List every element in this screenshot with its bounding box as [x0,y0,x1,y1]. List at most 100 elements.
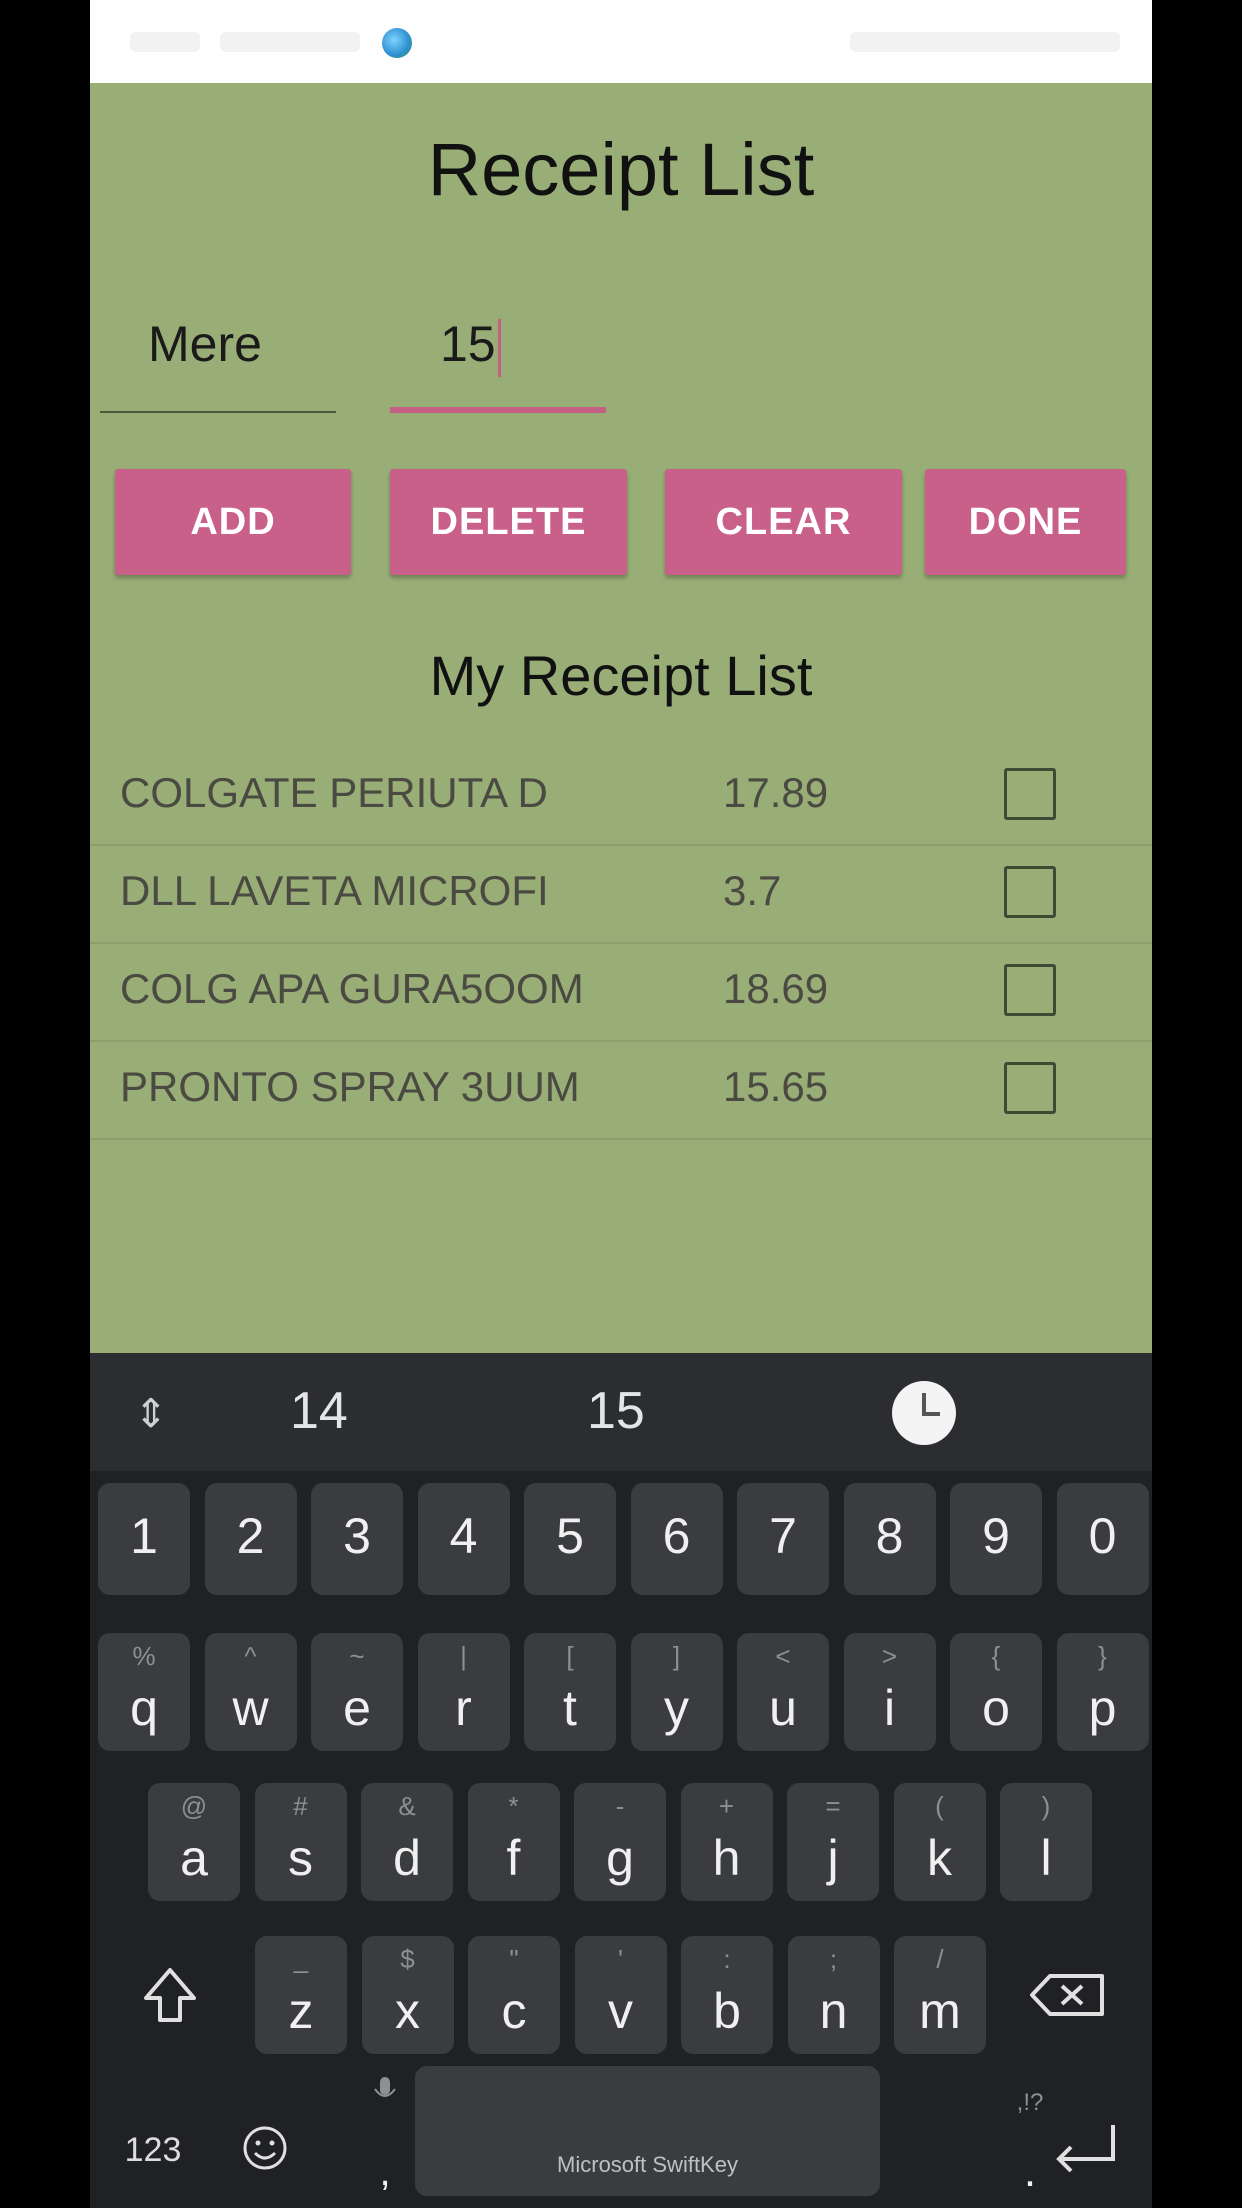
key-label: h [712,1830,741,1886]
key-s[interactable]: # s [254,1783,347,1901]
enter-glyph [1056,2125,1115,2173]
key-f[interactable]: * f [467,1783,560,1901]
key-8[interactable]: 8 [843,1483,936,1595]
key-label: z [288,1983,314,2039]
key-m[interactable]: / m [894,1936,986,2054]
expand-icon[interactable]: ⇕ [134,1391,168,1437]
list-item[interactable]: COLGATE PERIUTA D 17.89 [90,747,1152,846]
list-item[interactable]: COLG APA GURA5OOM 18.69 [90,943,1152,1042]
key-e[interactable]: ~ e [311,1633,403,1751]
key-label: c [501,1983,527,2039]
key-secondary-label: $ [400,1944,415,1974]
key-1[interactable]: 1 [98,1483,190,1595]
key-j[interactable]: = j [787,1783,879,1901]
key-label: 9 [982,1508,1010,1564]
key-label: t [563,1680,577,1736]
status-time-placeholder [130,32,200,52]
key-label: 8 [875,1508,904,1564]
key-label: j [827,1830,839,1886]
clock-icon[interactable] [892,1381,956,1445]
key-label: p [1088,1680,1117,1736]
key-9[interactable]: 9 [950,1483,1042,1595]
key-7[interactable]: 7 [737,1483,829,1595]
key-z[interactable]: _ z [255,1936,347,2054]
key-d[interactable]: & d [361,1783,453,1901]
item-name: DLL LAVETA MICROFI [120,867,549,914]
key-2[interactable]: 2 [204,1483,297,1595]
item-name: COLG APA GURA5OOM [120,965,584,1012]
key-secondary-label: = [825,1791,841,1821]
enter-icon[interactable] [1025,2093,1145,2203]
item-price: 15.65 [723,1063,829,1110]
space-bar[interactable]: Microsoft SwiftKey [415,2066,880,2196]
key-secondary-label: < [775,1641,791,1671]
key-label: v [608,1983,633,2039]
key-label: m [919,1983,961,2039]
key-b[interactable]: :b [681,1936,773,2054]
list-title: My Receipt List [429,644,813,707]
key-secondary-label: } [1098,1641,1107,1671]
key-label: w [232,1680,269,1736]
key-secondary-label: > [881,1641,898,1671]
keyboard-brand-label: Microsoft SwiftKey [557,2152,738,2177]
key-v[interactable]: ' v [574,1936,667,2054]
key-c[interactable]: " c [468,1936,560,2054]
key-label: 7 [769,1508,797,1564]
key-o[interactable]: {o [950,1633,1042,1751]
item-checkbox[interactable] [1004,964,1056,1016]
key-4[interactable]: 4 [417,1483,510,1595]
key-3[interactable]: 3 [311,1483,403,1595]
key-x[interactable]: $ x [361,1936,454,2054]
key-secondary-label: ( [935,1791,944,1821]
key-label: 123 [124,2131,182,2169]
key-n[interactable]: ; n [787,1936,880,2054]
item-name-field[interactable]: Mere [100,283,336,413]
done-button[interactable]: DONE [925,469,1126,575]
item-checkbox[interactable] [1004,768,1056,820]
delete-button[interactable]: DELETE [390,469,627,575]
suggestion[interactable]: 14 [290,1381,348,1441]
shift-glyph [144,1968,196,2022]
item-checkbox[interactable] [1004,866,1056,918]
key-0[interactable]: 0 [1056,1483,1149,1595]
key-label: g [606,1830,634,1886]
key-6[interactable]: 6 [630,1483,723,1595]
list-item[interactable]: DLL LAVETA MICROFI 3.7 [90,845,1152,944]
key-secondary-label: ~ [349,1641,365,1671]
list-item[interactable]: PRONTO SPRAY 3UUM 15.65 [90,1041,1152,1140]
item-name-value: Mere [148,316,262,372]
shift-icon[interactable] [110,1936,230,2054]
key-u[interactable]: < u [737,1633,829,1751]
key-w[interactable]: ^ w [204,1633,297,1751]
key-l[interactable]: ) l [1000,1783,1092,1901]
key-p[interactable]: } p [1056,1633,1149,1751]
key-y[interactable]: ] y [630,1633,723,1751]
item-price-field[interactable]: 15 [390,283,606,413]
backspace-icon[interactable] [1010,1936,1130,2054]
key-label: 4 [449,1508,478,1564]
key-r[interactable]: | r [417,1633,510,1751]
item-price-value-wrap: 15 [440,315,501,377]
key-g[interactable]: -g [574,1783,666,1901]
suggestion[interactable]: 15 [587,1381,645,1441]
item-price: 3.7 [723,867,782,914]
key-a[interactable]: @ a [148,1783,240,1901]
text-cursor [497,318,501,377]
emoji-icon[interactable] [210,2093,320,2203]
key-5[interactable]: 5 [524,1483,616,1595]
key-secondary-label: " [509,1944,519,1974]
key-secondary-label: # [293,1791,308,1821]
add-button[interactable]: ADD [115,469,351,575]
key-i[interactable]: > i [843,1633,936,1751]
clear-button[interactable]: CLEAR [665,469,902,575]
key-secondary-label: ^ [244,1641,257,1671]
numbers-key[interactable]: 123 [98,2093,208,2203]
key-secondary-label: { [991,1641,1001,1671]
key-k[interactable]: (k [893,1783,986,1901]
key-q[interactable]: % q [98,1633,190,1751]
item-price-underline [390,407,606,413]
item-checkbox[interactable] [1004,1062,1056,1114]
key-h[interactable]: + h [680,1783,773,1901]
key-label: q [130,1680,158,1736]
key-t[interactable]: [t [524,1633,616,1751]
